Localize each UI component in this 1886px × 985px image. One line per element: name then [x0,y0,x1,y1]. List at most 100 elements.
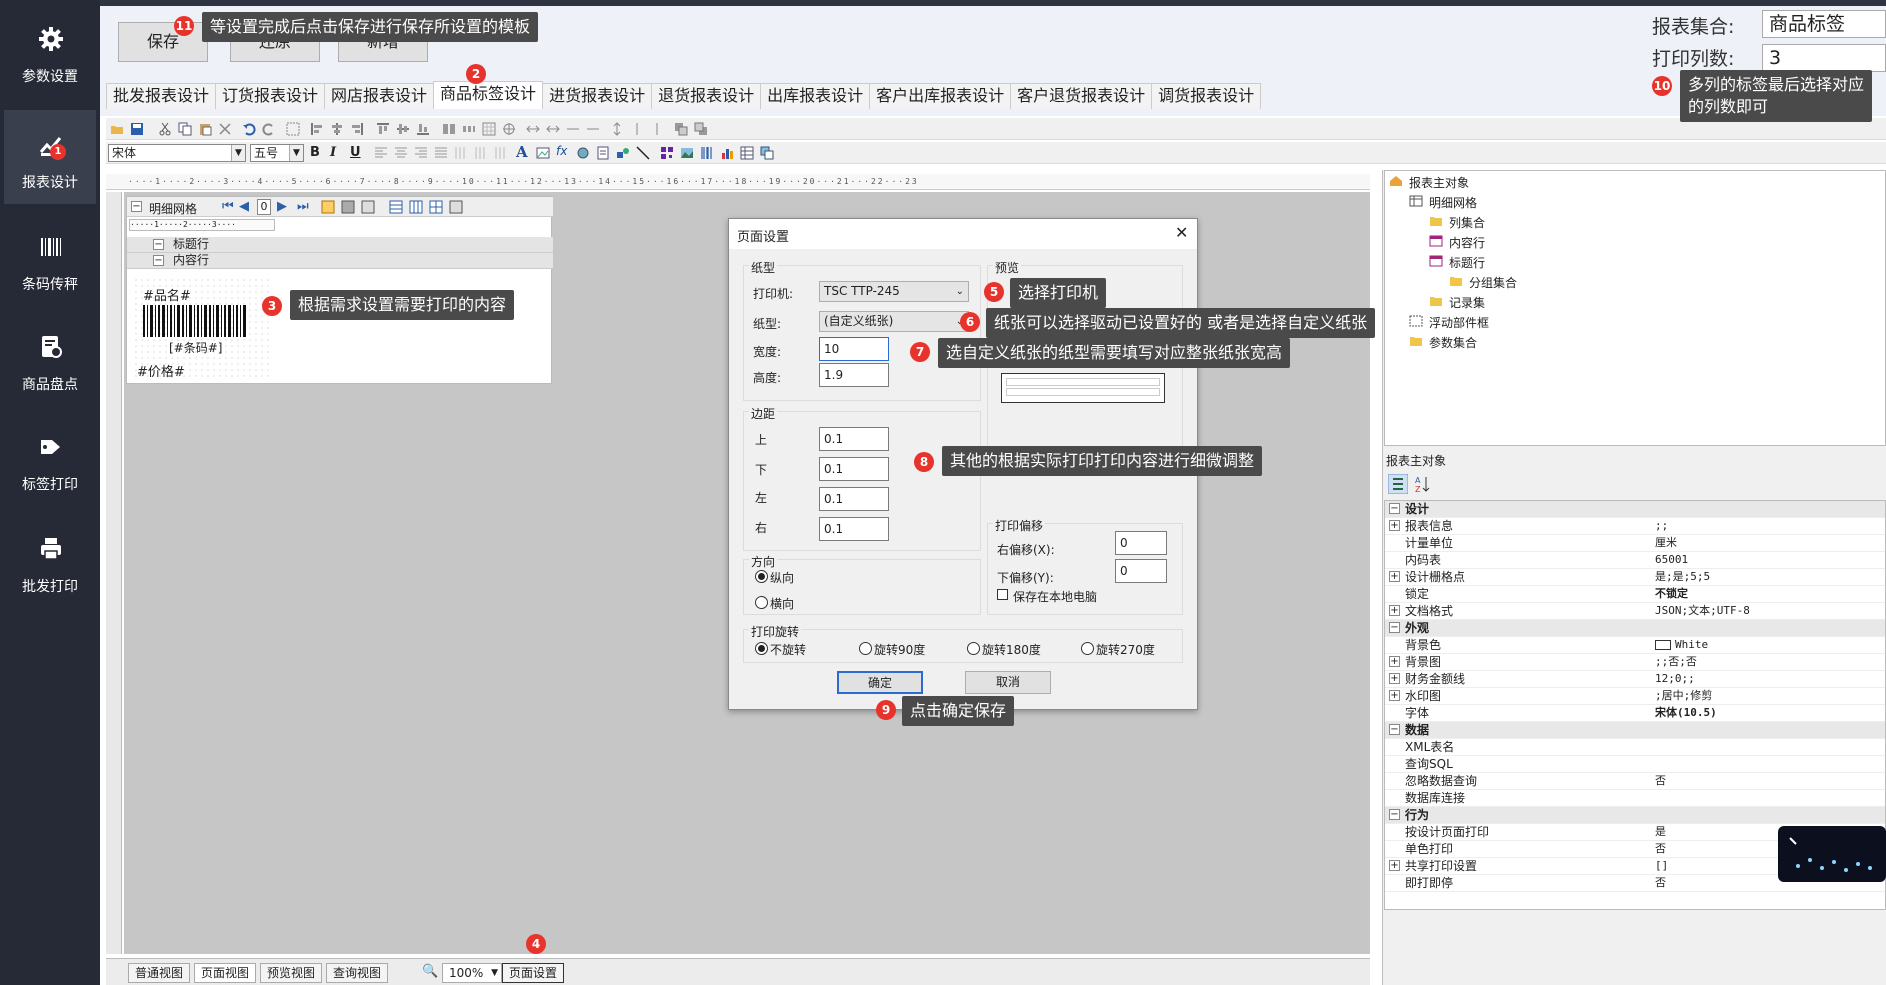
tab-transfer[interactable]: 调货报表设计 [1151,83,1262,109]
property-category[interactable]: − 行为 [1385,807,1885,824]
same-size-icon[interactable] [442,122,456,136]
property-category[interactable]: − 数据 [1385,722,1885,739]
insert-row-icon[interactable] [321,200,335,214]
top-margin-input[interactable]: 0.1 [819,427,889,451]
grid-icon[interactable] [482,122,496,136]
tree-root[interactable]: 报表主对象 [1389,174,1469,191]
band-title-row[interactable]: − 标题行 [127,237,553,253]
offset-x-input[interactable]: 0 [1115,531,1167,555]
close-icon[interactable]: ✕ [1175,223,1188,242]
tree-item-grid[interactable]: 明细网格 [1409,194,1477,211]
sidebar-item-inventory[interactable]: 商品盘点 [4,312,96,406]
send-back-icon[interactable] [694,122,708,136]
page-number-input[interactable]: 0 [257,199,271,215]
tab-customer-return[interactable]: 客户退货报表设计 [1010,83,1153,109]
property-value[interactable]: 不锁定 [1655,586,1688,602]
property-row[interactable]: XML表名 [1385,739,1885,756]
tree-item-content-row[interactable]: 内容行 [1429,234,1485,251]
align-icon[interactable] [286,122,300,136]
line-icon[interactable] [636,146,650,160]
collapse-icon[interactable]: − [1389,724,1400,735]
tree-item-columns[interactable]: 列集合 [1429,214,1485,231]
page-setup-button[interactable]: 页面设置 [502,963,565,983]
width-input[interactable]: 10 [819,337,889,361]
categorized-icon[interactable] [1388,474,1408,494]
tree-item-params[interactable]: 参数集合 [1409,334,1477,351]
italic-icon[interactable]: I [330,145,336,160]
property-row[interactable]: + 设计栅格点 是;是;5;5 [1385,569,1885,586]
last-page-icon[interactable]: ⏭ [297,199,309,214]
collapse-icon[interactable]: − [1389,622,1400,633]
save-icon[interactable] [130,122,144,136]
property-row[interactable]: 计量单位 厘米 [1385,535,1885,552]
sidebar-item-report-design[interactable]: 1 报表设计 [4,110,96,204]
property-value[interactable]: White [1655,637,1708,653]
left-margin-input[interactable]: 0.1 [819,487,889,511]
field-barcode-text[interactable]: [#条码#] [169,339,222,356]
tab-purchase[interactable]: 进货报表设计 [542,83,653,109]
property-row[interactable]: + 水印图 ;居中;修剪 [1385,688,1885,705]
prev-page-icon[interactable]: ◀ [239,199,249,214]
text-right-icon[interactable] [414,146,428,160]
report-set-select[interactable]: 商品标签 [1762,10,1886,38]
expand-icon[interactable]: + [1389,690,1400,701]
v-space-icon[interactable] [610,122,624,136]
field-price[interactable]: #价格# [137,361,185,380]
right-margin-input[interactable]: 0.1 [819,517,889,541]
property-value[interactable]: 否 [1655,875,1666,891]
bring-front-icon[interactable] [674,122,688,136]
expand-icon[interactable]: + [1389,605,1400,616]
sidebar-item-barcode-scale[interactable]: 条码传秤 [4,212,96,306]
property-value[interactable]: ;; [1655,518,1668,534]
property-row[interactable]: + 背景图 ;;否;否 [1385,654,1885,671]
h-space2-icon[interactable] [546,122,560,136]
bottom-margin-input[interactable]: 0.1 [819,457,889,481]
open-icon[interactable] [110,122,124,136]
text-center-icon[interactable] [394,146,408,160]
align-bottom-icon[interactable] [416,122,430,136]
expand-icon[interactable]: + [1389,520,1400,531]
insert-col-icon[interactable] [341,200,355,214]
property-category[interactable]: − 外观 [1385,620,1885,637]
rotate-270-radio[interactable]: 旋转270度 [1081,641,1155,658]
collapse-icon[interactable]: − [153,255,164,266]
property-value[interactable]: [] [1655,858,1668,874]
expand-icon[interactable]: + [1389,571,1400,582]
property-row[interactable]: 字体 宋体(10.5) [1385,705,1885,722]
paste-icon[interactable] [198,122,212,136]
tab-wholesale[interactable]: 批发报表设计 [106,83,217,109]
property-row[interactable]: + 文档格式 JSON;文本;UTF-8 [1385,603,1885,620]
tab-webshop[interactable]: 网店报表设计 [324,83,435,109]
property-value[interactable]: 否 [1655,773,1666,789]
property-value[interactable]: 是;是;5;5 [1655,569,1710,585]
expand-icon[interactable]: + [1389,860,1400,871]
print-cols-input[interactable]: 3 [1762,44,1886,72]
redo-icon[interactable] [262,122,276,136]
property-row[interactable]: + 报表信息;; [1385,518,1885,535]
delete-icon[interactable] [218,122,232,136]
rotate-180-radio[interactable]: 旋转180度 [967,641,1041,658]
printer-select[interactable]: TSC TTP-245 ⌄ [819,281,969,302]
text-bottom-icon[interactable] [494,146,508,160]
grid-view-icon[interactable] [389,200,403,214]
subreport-icon[interactable] [760,146,774,160]
rotate-0-radio[interactable]: 不旋转 [755,641,806,658]
sidebar-item-params[interactable]: 参数设置 [4,4,96,98]
barcode-field[interactable] [143,305,249,337]
property-value[interactable]: 宋体(10.5) [1655,705,1717,721]
align-middle-icon[interactable] [396,122,410,136]
property-row[interactable]: 背景色 White [1385,637,1885,654]
property-category[interactable]: − 设计 [1385,501,1885,518]
tree-item-recordset[interactable]: 记录集 [1429,294,1485,311]
tree-item-floating[interactable]: 浮动部件框 [1409,314,1489,331]
property-value[interactable]: 厘米 [1655,535,1677,551]
property-value[interactable]: 否 [1655,841,1666,857]
copy-icon[interactable] [178,122,192,136]
text-justify-icon[interactable] [434,146,448,160]
landscape-radio[interactable]: 横向 [755,595,794,612]
property-value[interactable]: ;居中;修剪 [1655,688,1712,704]
text-top-icon[interactable] [454,146,468,160]
align-left-icon[interactable] [310,122,324,136]
property-row[interactable]: 内码表 65001 [1385,552,1885,569]
property-value[interactable]: 是 [1655,824,1666,840]
